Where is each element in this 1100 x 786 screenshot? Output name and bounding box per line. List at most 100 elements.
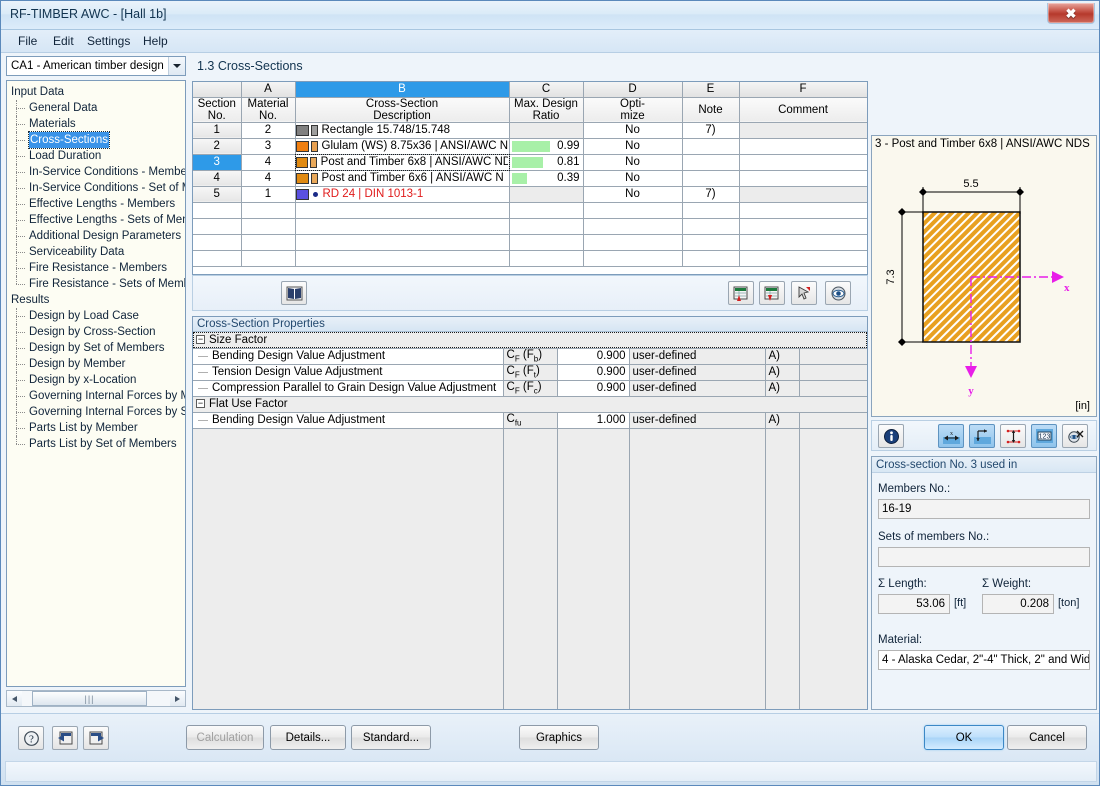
scrollbar-track[interactable]: ||| bbox=[22, 691, 170, 706]
cancel-button[interactable]: Cancel bbox=[1007, 725, 1087, 750]
cell-optimize[interactable]: No bbox=[583, 154, 683, 171]
property-kind-cell[interactable]: user-defined bbox=[629, 364, 766, 381]
scrollbar-thumb[interactable]: ||| bbox=[32, 691, 147, 706]
cell-material-no[interactable]: 4 bbox=[241, 170, 296, 187]
cell-section-no[interactable]: 3 bbox=[193, 154, 242, 171]
cell-comment[interactable] bbox=[739, 186, 867, 203]
cell-description[interactable]: Rectangle 15.748/15.748 bbox=[295, 122, 510, 139]
cell-material-no[interactable]: 2 bbox=[241, 122, 296, 139]
table-row[interactable]: 3 4 Post and Timber 6x8 | ANSI/AWC NDS 0… bbox=[193, 153, 867, 171]
cell-description[interactable]: Post and Timber 6x6 | ANSI/AWC N bbox=[295, 170, 510, 187]
chevron-down-icon[interactable] bbox=[168, 57, 185, 75]
col-letter-e[interactable]: E bbox=[682, 82, 740, 98]
graphics-button[interactable]: Graphics bbox=[519, 725, 599, 750]
cell-optimize[interactable]: No bbox=[583, 186, 683, 203]
sidebar-item-cross-sections[interactable]: Cross-Sections bbox=[7, 131, 185, 149]
property-row[interactable]: Tension Design Value Adjustment CF (Ft) … bbox=[193, 364, 867, 381]
design-case-combobox[interactable]: CA1 - American timber design bbox=[6, 56, 186, 76]
menu-file[interactable]: File bbox=[11, 33, 44, 50]
menu-help[interactable]: Help bbox=[136, 33, 175, 50]
cell-description[interactable]: Post and Timber 6x8 | ANSI/AWC NDS bbox=[294, 153, 510, 171]
sidebar-item-design-by-member[interactable]: Design by Member bbox=[7, 356, 185, 372]
col-letter-f[interactable]: F bbox=[739, 82, 867, 98]
sidebar-item-additional-design-parameters[interactable]: Additional Design Parameters bbox=[7, 228, 185, 244]
cell-section-no[interactable]: 5 bbox=[193, 186, 242, 203]
sidebar-item-design-by-x-location[interactable]: Design by x-Location bbox=[7, 372, 185, 388]
cell-comment[interactable] bbox=[739, 138, 867, 155]
collapse-icon[interactable]: − bbox=[196, 399, 205, 409]
stress-points-button[interactable] bbox=[1000, 424, 1026, 448]
cell-material-no[interactable]: 4 bbox=[241, 154, 296, 171]
property-kind-cell[interactable]: user-defined bbox=[629, 348, 766, 365]
sidebar-item-fire-resistance-sets[interactable]: Fire Resistance - Sets of Membe bbox=[7, 276, 185, 292]
cell-description[interactable]: Glulam (WS) 8.75x36 | ANSI/AWC N bbox=[295, 138, 510, 155]
cell-optimize[interactable]: No bbox=[583, 122, 683, 139]
properties-table[interactable]: − Size Factor Bending Design Value Adjust… bbox=[193, 332, 867, 709]
col-letter-a[interactable]: A bbox=[241, 82, 296, 98]
table-row[interactable]: 4 4 Post and Timber 6x6 | ANSI/AWC N 0.3… bbox=[193, 170, 867, 187]
sidebar-item-design-by-set-of-members[interactable]: Design by Set of Members bbox=[7, 340, 185, 356]
properties-group-size-factor[interactable]: − Size Factor bbox=[193, 332, 867, 349]
table-row-empty[interactable] bbox=[193, 250, 867, 267]
navigation-tree[interactable]: Input Data General Data Materials Cross-… bbox=[6, 80, 186, 687]
numbering-button[interactable]: 123 bbox=[1031, 424, 1057, 448]
cell-comment[interactable] bbox=[739, 122, 867, 139]
cell-optimize[interactable]: No bbox=[583, 138, 683, 155]
table-row-empty[interactable] bbox=[193, 202, 867, 219]
sidebar-item-serviceability-data[interactable]: Serviceability Data bbox=[7, 244, 185, 260]
property-kind-cell[interactable]: user-defined bbox=[629, 380, 766, 397]
sidebar-item-parts-list-by-member[interactable]: Parts List by Member bbox=[7, 420, 185, 436]
export-button[interactable] bbox=[759, 281, 785, 305]
property-row[interactable]: Bending Design Value Adjustment Cfu 1.00… bbox=[193, 412, 867, 429]
sidebar-item-load-duration[interactable]: Load Duration bbox=[7, 148, 185, 164]
sidebar-item-design-by-load-case[interactable]: Design by Load Case bbox=[7, 308, 185, 324]
sidebar-item-effective-lengths-members[interactable]: Effective Lengths - Members bbox=[7, 196, 185, 212]
cell-material-no[interactable]: 3 bbox=[241, 138, 296, 155]
details-button[interactable]: Details... bbox=[270, 725, 346, 750]
cell-section-no[interactable]: 2 bbox=[193, 138, 242, 155]
help-button[interactable]: ? bbox=[18, 726, 44, 750]
hide-button[interactable] bbox=[1062, 424, 1088, 448]
cell-note[interactable] bbox=[682, 154, 740, 171]
cell-design-ratio[interactable] bbox=[509, 186, 584, 203]
cell-design-ratio[interactable] bbox=[509, 122, 584, 139]
cell-description[interactable]: RD 24 | DIN 1013-1 bbox=[295, 186, 510, 203]
cell-design-ratio[interactable]: 0.99 bbox=[509, 138, 584, 155]
sidebar-item-design-by-cross-section[interactable]: Design by Cross-Section bbox=[7, 324, 185, 340]
table-row[interactable]: 5 1 RD 24 | DIN 1013-1 No 7) bbox=[193, 186, 867, 203]
table-row[interactable]: 2 3 Glulam (WS) 8.75x36 | ANSI/AWC N 0.9… bbox=[193, 138, 867, 155]
col-letter-c[interactable]: C bbox=[509, 82, 584, 98]
axes-button[interactable] bbox=[969, 424, 995, 448]
sidebar-item-governing-internal-forces-by-member[interactable]: Governing Internal Forces by M bbox=[7, 388, 185, 404]
next-module-button[interactable] bbox=[83, 726, 109, 750]
sidebar-item-in-service-conditions-sets[interactable]: In-Service Conditions - Set of M bbox=[7, 180, 185, 196]
table-row-empty[interactable] bbox=[193, 234, 867, 251]
cell-section-no[interactable]: 1 bbox=[193, 122, 242, 139]
sidebar-item-materials[interactable]: Materials bbox=[7, 116, 185, 132]
length-field[interactable]: 53.06 bbox=[878, 594, 950, 614]
pick-button[interactable] bbox=[791, 281, 817, 305]
property-row[interactable]: Bending Design Value Adjustment CF (Fb) … bbox=[193, 348, 867, 365]
col-letter-d[interactable]: D bbox=[583, 82, 683, 98]
sidebar-item-governing-internal-forces-by-set[interactable]: Governing Internal Forces by Se bbox=[7, 404, 185, 420]
properties-group-flat-use-factor[interactable]: − Flat Use Factor bbox=[193, 396, 867, 413]
standard-button[interactable]: Standard... bbox=[351, 725, 431, 750]
cell-comment[interactable] bbox=[739, 154, 867, 171]
sidebar-item-fire-resistance-members[interactable]: Fire Resistance - Members bbox=[7, 260, 185, 276]
material-field[interactable]: 4 - Alaska Cedar, 2"-4" Thick, 2" and Wi… bbox=[878, 650, 1090, 670]
dimensions-button[interactable]: x bbox=[938, 424, 964, 448]
cell-note[interactable]: 7) bbox=[682, 122, 740, 139]
property-value-cell[interactable]: 0.900 bbox=[557, 364, 630, 381]
cross-section-drawing[interactable]: 3 - Post and Timber 6x8 | ANSI/AWC NDS 5… bbox=[871, 135, 1097, 417]
scroll-right-icon[interactable] bbox=[170, 691, 185, 706]
sidebar-item-in-service-conditions-members[interactable]: In-Service Conditions - Members bbox=[7, 164, 185, 180]
cell-optimize[interactable]: No bbox=[583, 170, 683, 187]
previous-module-button[interactable] bbox=[52, 726, 78, 750]
cell-comment[interactable] bbox=[739, 170, 867, 187]
cell-note[interactable] bbox=[682, 170, 740, 187]
cell-design-ratio[interactable]: 0.81 bbox=[509, 154, 584, 171]
menu-settings[interactable]: Settings bbox=[80, 33, 137, 50]
import-button[interactable] bbox=[728, 281, 754, 305]
sidebar-item-general-data[interactable]: General Data bbox=[7, 100, 185, 116]
scroll-left-icon[interactable] bbox=[7, 691, 22, 706]
